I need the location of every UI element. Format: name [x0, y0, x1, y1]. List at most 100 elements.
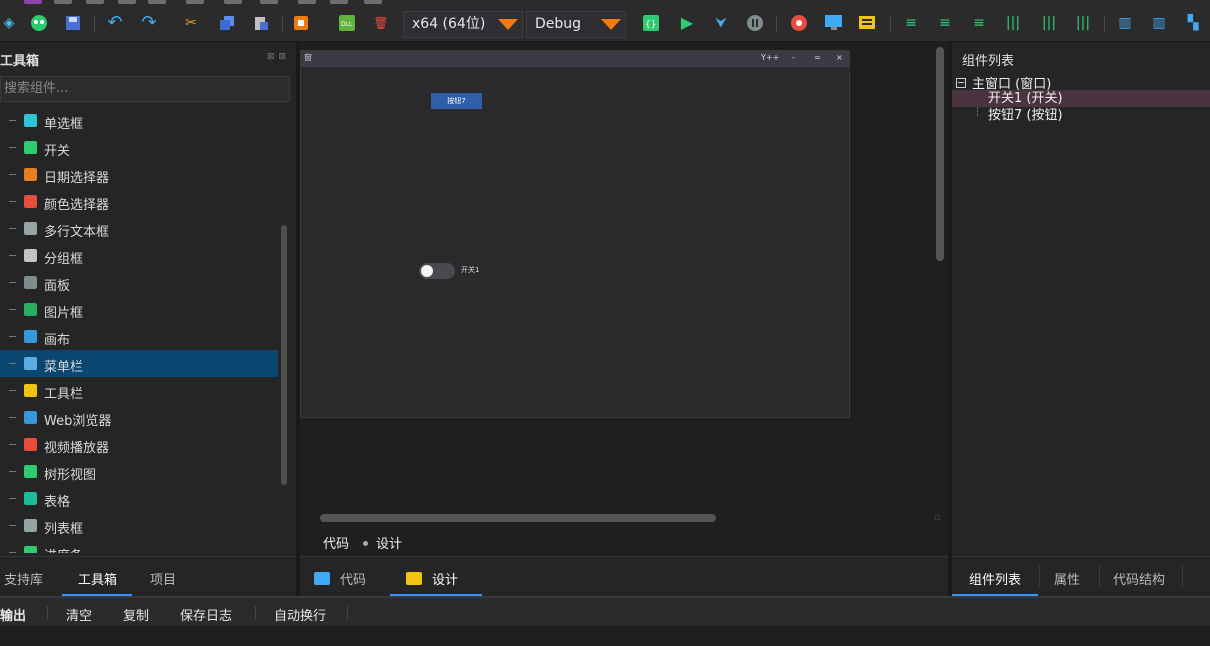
toolbox-item[interactable]: Web浏览器: [0, 404, 278, 431]
toolbox-item[interactable]: 颜色选择器: [0, 188, 278, 215]
tab-toolbox[interactable]: 工具箱: [78, 569, 117, 588]
menu-item[interactable]: [224, 0, 242, 4]
align-middle-icon[interactable]: |||: [1040, 14, 1058, 32]
tree-item-button-7[interactable]: 按钮7 (按钮): [952, 107, 1210, 124]
align-center-icon[interactable]: ≡: [936, 14, 954, 32]
toolbox-scrollbar[interactable]: [281, 225, 287, 485]
tree-connector: [9, 444, 16, 445]
menu-item[interactable]: [298, 0, 316, 4]
tab-component-list[interactable]: 组件列表: [969, 569, 1021, 588]
distribute-h-icon[interactable]: ▥: [1116, 14, 1134, 32]
menu-item[interactable]: [330, 0, 348, 4]
toolbox-item[interactable]: 分组框: [0, 242, 278, 269]
braces-icon[interactable]: {}: [642, 14, 660, 32]
output-log-area[interactable]: [0, 626, 1210, 646]
menu-item[interactable]: [148, 0, 166, 4]
mode-design-link[interactable]: 设计: [376, 537, 402, 552]
toolbox-item-label: 图片框: [44, 306, 84, 321]
toolbox-item[interactable]: 进度条: [0, 539, 278, 553]
toolbox-item[interactable]: 多行文本框: [0, 215, 278, 242]
paste-icon[interactable]: [252, 14, 270, 32]
output-word-wrap-toggle[interactable]: 自动换行: [274, 605, 326, 624]
code-view-icon[interactable]: [824, 14, 842, 32]
save-icon[interactable]: [64, 14, 82, 32]
tab-design[interactable]: 设计: [406, 569, 458, 588]
menu-item[interactable]: [86, 0, 104, 4]
form-minimize-control[interactable]: -: [792, 53, 795, 62]
toolbox-item[interactable]: 画布: [0, 323, 278, 350]
tab-code[interactable]: 代码: [314, 569, 366, 588]
align-left-icon[interactable]: ≡: [902, 14, 920, 32]
redo-icon[interactable]: ↷: [140, 14, 158, 32]
tab-properties[interactable]: 属性: [1054, 569, 1080, 588]
tree-connector: [9, 336, 16, 337]
tab-code-structure[interactable]: 代码结构: [1113, 569, 1165, 588]
tree-connector: [9, 471, 16, 472]
tab-project[interactable]: 项目: [150, 569, 176, 588]
toolbox-item[interactable]: 日期选择器: [0, 161, 278, 188]
stop-icon[interactable]: [790, 14, 808, 32]
menu-icon[interactable]: [24, 0, 42, 4]
menu-item[interactable]: [54, 0, 72, 4]
delete-icon[interactable]: 🗑: [372, 14, 390, 32]
step-over-icon[interactable]: ⮟: [712, 14, 730, 32]
distribute-v-icon[interactable]: ▥: [1150, 14, 1168, 32]
tab-support-library[interactable]: 支持库: [4, 569, 43, 588]
layers-icon[interactable]: ◈: [0, 14, 18, 32]
cut-icon[interactable]: ✂: [182, 14, 200, 32]
arrange-icon[interactable]: ▚: [1184, 14, 1202, 32]
platform-select[interactable]: x64 (64位): [403, 11, 523, 38]
output-title: 输出: [0, 609, 27, 624]
toolbox-item-label: 视频播放器: [44, 441, 110, 456]
menu-item[interactable]: [364, 0, 382, 4]
compile-icon[interactable]: [292, 14, 310, 32]
dll-icon[interactable]: DLL: [338, 14, 356, 32]
menu-item[interactable]: [118, 0, 136, 4]
panel-controls[interactable]: ⊠⊠: [267, 52, 290, 62]
switch-knob: [421, 265, 433, 277]
toolbox-item[interactable]: 列表框: [0, 512, 278, 539]
form-preview[interactable]: 窗 Y++ - = × 按钮7 开关1: [300, 50, 850, 418]
output-clear-button[interactable]: 清空: [66, 605, 92, 624]
align-top-icon[interactable]: |||: [1004, 14, 1022, 32]
tab-separator: [1099, 565, 1100, 587]
pause-icon[interactable]: [746, 14, 764, 32]
toolbox-item[interactable]: 菜单栏: [0, 350, 278, 377]
form-pin-control[interactable]: Y++: [761, 53, 779, 62]
align-bottom-icon[interactable]: |||: [1074, 14, 1092, 32]
toolbox-item[interactable]: 表格: [0, 485, 278, 512]
toolbox-item[interactable]: 视频播放器: [0, 431, 278, 458]
toolbox-item[interactable]: 工具栏: [0, 377, 278, 404]
copy-icon[interactable]: [218, 14, 236, 32]
toolbox-search-input[interactable]: 搜索组件...: [0, 76, 290, 102]
menu-item[interactable]: [260, 0, 278, 4]
canvas-vertical-scrollbar[interactable]: [936, 47, 944, 261]
toolbox-item[interactable]: 面板: [0, 269, 278, 296]
config-select[interactable]: Debug: [526, 11, 626, 38]
tree-item-switch-1[interactable]: 开关1 (开关): [952, 90, 1210, 107]
form-maximize-control[interactable]: =: [814, 53, 821, 62]
form-titlebar: 窗 Y++ - = ×: [301, 51, 849, 67]
run-icon[interactable]: ▶: [678, 14, 696, 32]
toolbox-item[interactable]: 开关: [0, 134, 278, 161]
design-view-icon[interactable]: [858, 14, 876, 32]
toolbox-item-label: 表格: [44, 495, 71, 510]
toolbox-item[interactable]: 图片框: [0, 296, 278, 323]
canvas-horizontal-scrollbar[interactable]: [320, 514, 716, 522]
output-toolbar: 输出 清空 复制 保存日志 自动换行: [0, 596, 1210, 626]
collapse-icon[interactable]: [956, 77, 966, 88]
resize-grip-icon: ⊡: [934, 513, 941, 522]
toolbox-item[interactable]: 单选框: [0, 107, 278, 134]
tree-connector: [9, 525, 16, 526]
form-switch-1[interactable]: [419, 263, 455, 279]
output-save-log-button[interactable]: 保存日志: [180, 605, 232, 624]
form-close-control[interactable]: ×: [836, 53, 843, 62]
output-copy-button[interactable]: 复制: [123, 605, 149, 624]
new-project-icon[interactable]: [30, 14, 48, 32]
align-right-icon[interactable]: ≡: [970, 14, 988, 32]
mode-code-link[interactable]: 代码: [323, 537, 349, 552]
undo-icon[interactable]: ↶: [106, 14, 124, 32]
menu-item[interactable]: [186, 0, 204, 4]
toolbox-item[interactable]: 树形视图: [0, 458, 278, 485]
form-button-7[interactable]: 按钮7: [431, 93, 482, 109]
